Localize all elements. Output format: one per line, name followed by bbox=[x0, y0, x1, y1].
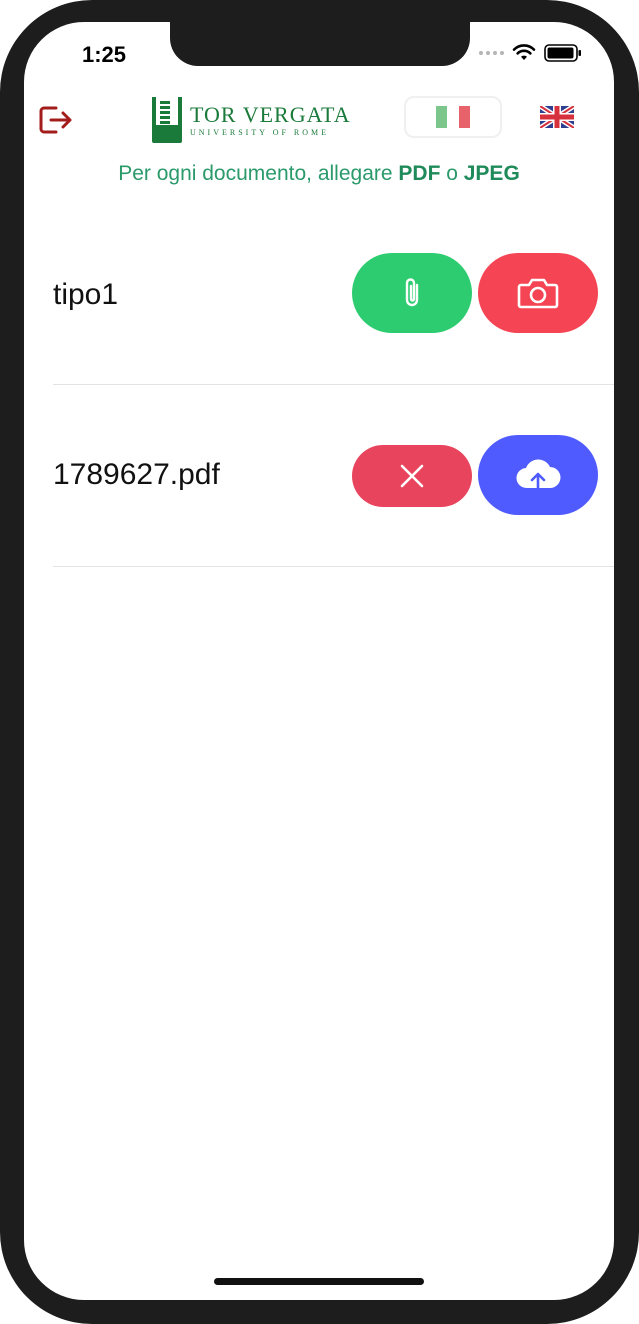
university-logo: TOR VERGATA UNIVERSITY OF ROME bbox=[152, 96, 352, 144]
italy-flag-icon bbox=[436, 106, 470, 128]
document-row: tipo1 bbox=[53, 202, 614, 385]
home-indicator bbox=[214, 1278, 424, 1285]
battery-icon bbox=[544, 44, 581, 62]
document-row: 1789627.pdf bbox=[53, 384, 614, 567]
upload-hint: Per ogni documento, allegare PDF o JPEG bbox=[24, 162, 614, 186]
logo-mark bbox=[152, 97, 182, 143]
wifi-icon bbox=[512, 44, 536, 60]
app-header: TOR VERGATA UNIVERSITY OF ROME bbox=[24, 94, 614, 144]
logo-subtitle: UNIVERSITY OF ROME bbox=[190, 127, 330, 137]
uk-flag-icon bbox=[538, 103, 576, 131]
device-frame: 1:25 TOR VERGATA UNIVERSITY OF ROME Per … bbox=[0, 0, 639, 1324]
hint-text: Per ogni documento, allegare bbox=[118, 162, 399, 185]
attach-file-button[interactable] bbox=[352, 253, 472, 333]
remove-file-button[interactable] bbox=[352, 445, 472, 507]
signal-icon bbox=[479, 51, 504, 55]
cloud-upload-icon bbox=[516, 459, 561, 492]
language-italian-button[interactable] bbox=[404, 96, 502, 138]
app-screen: 1:25 TOR VERGATA UNIVERSITY OF ROME Per … bbox=[24, 22, 614, 1300]
paperclip-icon bbox=[405, 278, 419, 307]
hint-jpeg: JPEG bbox=[463, 162, 520, 185]
logo-title: TOR VERGATA bbox=[190, 101, 351, 127]
hint-pdf: PDF bbox=[398, 162, 441, 185]
camera-icon bbox=[517, 278, 559, 309]
upload-file-button[interactable] bbox=[478, 435, 598, 515]
close-icon bbox=[400, 464, 424, 488]
document-label: tipo1 bbox=[53, 278, 119, 311]
hint-connector: o bbox=[440, 162, 464, 185]
logout-icon bbox=[39, 106, 72, 134]
device-notch bbox=[170, 22, 470, 66]
take-photo-button[interactable] bbox=[478, 253, 598, 333]
status-icons bbox=[479, 44, 582, 62]
logout-button[interactable] bbox=[36, 100, 76, 140]
status-time: 1:25 bbox=[82, 42, 127, 67]
document-label: 1789627.pdf bbox=[53, 458, 220, 491]
language-english-button[interactable] bbox=[538, 103, 576, 131]
